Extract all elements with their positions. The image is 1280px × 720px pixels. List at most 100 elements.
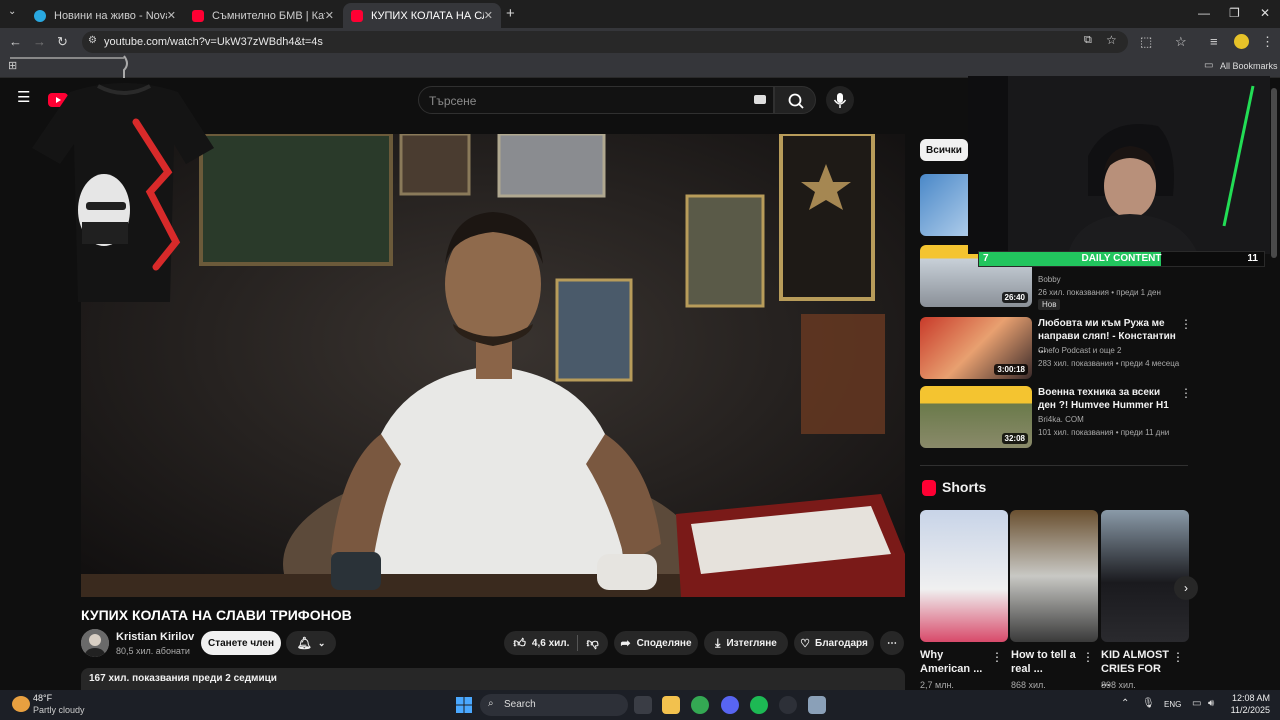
short-thumbnail[interactable] xyxy=(920,510,1008,642)
shorts-heading: Shorts xyxy=(942,479,987,495)
tshirt-merch-overlay xyxy=(0,52,220,308)
bookmark-star-icon[interactable]: ☆ xyxy=(1106,33,1117,47)
tab-bmw-katadjii[interactable]: Съмнително БМВ | Катаджии ✕ xyxy=(184,3,342,28)
taskbar-search[interactable]: ⌕ Search xyxy=(480,694,628,716)
taskbar-search-label: Search xyxy=(504,699,536,710)
short-title[interactable]: How to tell a real ... xyxy=(1011,648,1081,676)
video-meta: 283 хил. показвания • преди 4 месеца xyxy=(1038,359,1180,368)
all-bookmarks-link[interactable]: All Bookmarks xyxy=(1220,61,1278,71)
thumbs-up-icon[interactable]: 👍︎ xyxy=(513,636,526,651)
install-app-icon[interactable]: ⧉ xyxy=(1084,34,1092,47)
task-view-icon[interactable] xyxy=(634,696,652,714)
weather-description[interactable]: Partly cloudy xyxy=(33,705,85,715)
search-button[interactable] xyxy=(774,86,816,114)
keyboard-language[interactable]: ENG xyxy=(1164,700,1181,709)
address-bar[interactable]: ⚙ youtube.com/watch?v=UkW37zWBdh4&t=4s ⧉… xyxy=(82,31,1128,53)
site-info-icon[interactable]: ⚙ xyxy=(88,35,97,46)
search-input[interactable]: Търсене xyxy=(418,86,774,114)
more-options-icon[interactable]: ⋮ xyxy=(1180,386,1192,400)
more-actions-button[interactable]: ⋯ xyxy=(880,631,904,655)
description-box[interactable]: 167 хил. показвания преди 2 седмици xyxy=(81,668,905,690)
spotify-icon[interactable] xyxy=(750,696,768,714)
video-meta: 26 хил. показвания • преди 1 ден xyxy=(1038,288,1161,297)
join-button[interactable]: Станете член xyxy=(201,631,281,655)
thanks-button[interactable]: ♡ Благодаря xyxy=(794,631,874,655)
voice-search-button[interactable] xyxy=(826,86,854,114)
daily-count-goal: 11 xyxy=(1247,253,1258,264)
download-button[interactable]: ⤓ Изтегляне xyxy=(704,631,788,655)
profile-avatar[interactable] xyxy=(1234,34,1249,49)
search-icon: ⌕ xyxy=(488,698,494,709)
video-title: КУПИХ КОЛАТА НА СЛАВИ ТРИФОНОВ xyxy=(81,607,352,623)
more-options-icon[interactable]: ⋮ xyxy=(1082,650,1094,664)
close-window-icon[interactable]: ✕ xyxy=(1260,6,1270,20)
back-arrow-icon[interactable]: ← xyxy=(9,34,22,49)
tab-label: КУПИХ КОЛАТА НА СЛАВИ ТР xyxy=(371,9,484,22)
minimize-icon[interactable]: — xyxy=(1198,6,1210,20)
short-title[interactable]: Why American ... xyxy=(920,648,990,676)
share-button[interactable]: ➦ Споделяне xyxy=(614,631,698,655)
notification-bell-button[interactable]: 🔔︎ ⌄ xyxy=(286,631,336,655)
chevron-right-icon[interactable]: › xyxy=(1174,576,1198,600)
windows-start-icon[interactable] xyxy=(455,696,473,714)
windows-taskbar: 48°F Partly cloudy ⌕ Search ⌃ 🎙︎ ENG ▭ 🔊… xyxy=(0,690,1280,720)
volume-icon[interactable]: 🔊︎ xyxy=(1208,698,1214,709)
microphone-icon[interactable]: 🎙︎ xyxy=(1142,698,1155,709)
clock-time[interactable]: 12:08 AM xyxy=(1226,693,1270,703)
daily-content-label: DAILY CONTENT xyxy=(1081,253,1162,264)
tab-novaplay[interactable]: Новини на живо - NovaPlay ✕ xyxy=(26,3,184,28)
forward-arrow-icon[interactable]: → xyxy=(33,34,46,49)
network-icon[interactable]: ▭ xyxy=(1192,698,1201,709)
more-options-icon[interactable]: ⋮ xyxy=(991,650,1003,664)
menu-dots-icon[interactable]: ⋮ xyxy=(1261,34,1274,50)
chip-all[interactable]: Всички xyxy=(920,139,968,161)
video-thumbnail[interactable]: 32:08 xyxy=(920,386,1032,448)
daily-content-progress: DAILY CONTENT 7 11 xyxy=(978,251,1265,267)
tab-kupih-kolata[interactable]: КУПИХ КОЛАТА НА СЛАВИ ТР ✕ xyxy=(343,3,501,28)
file-explorer-icon[interactable] xyxy=(662,696,680,714)
recommendation-item[interactable]: 32:08 Военна техника за всеки ден ?! Hum… xyxy=(920,386,1192,448)
reload-icon[interactable]: ↻ xyxy=(57,34,68,50)
video-thumbnail[interactable]: 3:00:18 xyxy=(920,317,1032,379)
channel-name[interactable]: Kristian Kirilov xyxy=(116,631,194,643)
search-icon xyxy=(788,93,804,109)
thumbs-down-icon[interactable]: 👎︎ xyxy=(586,636,598,651)
webcam-overlay xyxy=(968,76,1270,254)
short-thumbnail[interactable] xyxy=(1101,510,1189,642)
close-icon[interactable]: ✕ xyxy=(484,9,493,22)
keyboard-icon[interactable] xyxy=(754,95,766,104)
chrome-icon[interactable] xyxy=(691,696,709,714)
like-count[interactable]: 4,6 хил. xyxy=(532,638,570,649)
video-channel[interactable]: Bri4ka. COM xyxy=(1038,415,1084,424)
chevron-up-icon[interactable]: ⌃ xyxy=(1121,698,1129,709)
divider xyxy=(920,465,1188,466)
more-options-icon[interactable]: ⋮ xyxy=(1172,650,1184,664)
media-control-icon[interactable]: ≡ xyxy=(1210,34,1218,49)
download-icon: ⤓ xyxy=(715,635,721,650)
channel-avatar[interactable] xyxy=(81,629,109,657)
close-icon[interactable]: ✕ xyxy=(325,9,334,22)
tab-label: Съмнително БМВ | Катаджии xyxy=(212,9,325,22)
weather-icon[interactable] xyxy=(12,696,30,712)
restore-icon[interactable]: ❐ xyxy=(1229,6,1240,20)
more-options-icon[interactable]: ⋮ xyxy=(1180,317,1192,331)
discord-icon[interactable] xyxy=(721,696,739,714)
reading-list-icon[interactable]: ☆ xyxy=(1175,34,1187,50)
extensions-icon[interactable]: ⬚ xyxy=(1140,34,1152,50)
weather-temperature[interactable]: 48°F xyxy=(33,693,52,703)
tab-label: Новини на живо - NovaPlay xyxy=(54,9,167,22)
share-arrow-icon: ➦ xyxy=(620,636,631,650)
obs-icon[interactable] xyxy=(779,696,797,714)
novaplay-icon xyxy=(34,9,46,22)
close-icon[interactable]: ✕ xyxy=(167,9,176,22)
clock-date[interactable]: 11/2/2025 xyxy=(1226,705,1270,715)
tab-search-icon[interactable]: ⌄ xyxy=(8,6,16,17)
settings-gear-icon[interactable] xyxy=(808,696,826,714)
short-thumbnail[interactable] xyxy=(1010,510,1098,642)
recommendation-item[interactable]: 3:00:18 Любовта ми към Ружа ме направи с… xyxy=(920,317,1192,379)
microphone-icon xyxy=(833,93,847,108)
new-tab-plus-icon[interactable]: + xyxy=(506,5,515,22)
video-channel[interactable]: Bobby xyxy=(1038,275,1061,284)
video-channel[interactable]: Chefo Podcast и още 2 xyxy=(1038,346,1121,355)
page-scrollbar[interactable] xyxy=(1271,88,1277,258)
